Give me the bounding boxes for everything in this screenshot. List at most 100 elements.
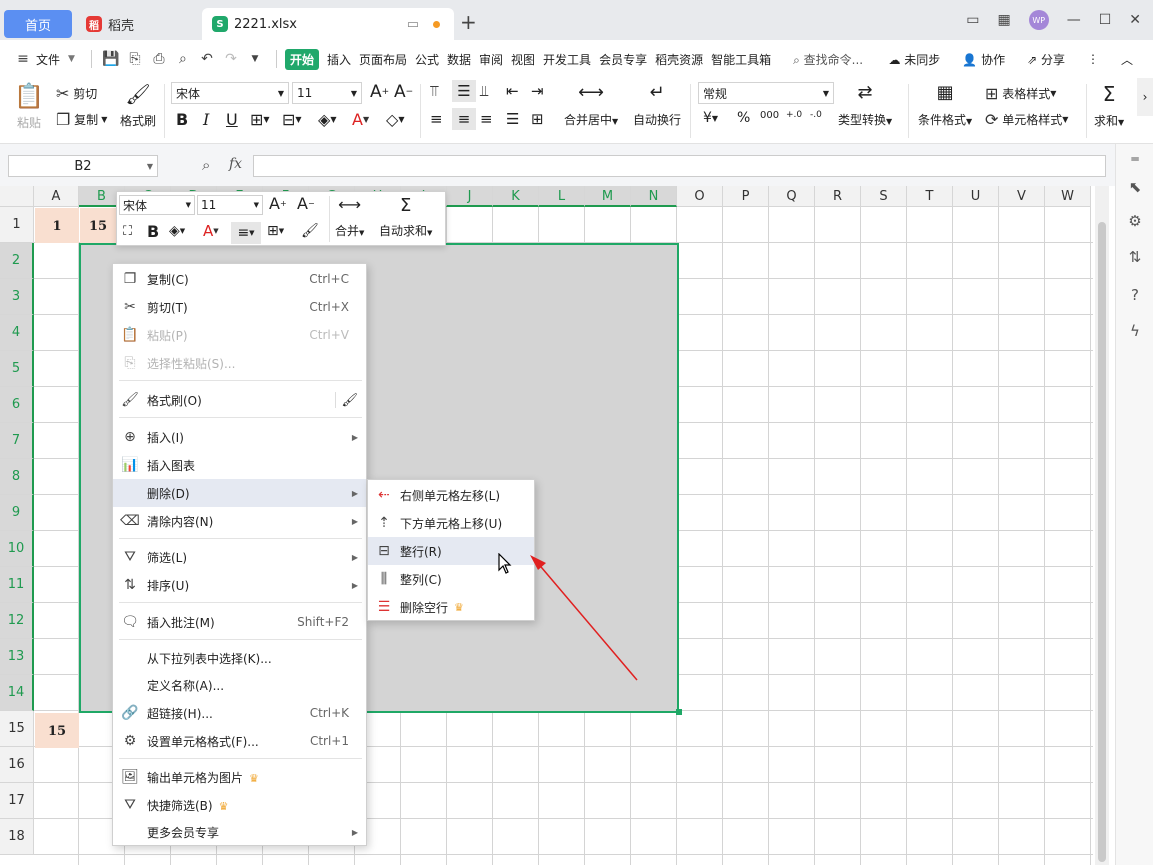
- menu-review[interactable]: 审阅: [479, 51, 503, 68]
- collapse-ribbon-icon[interactable]: ︿: [1121, 51, 1133, 68]
- row-header-3[interactable]: 3: [0, 279, 34, 315]
- fill-handle[interactable]: [676, 709, 682, 715]
- avatar[interactable]: WP: [1028, 10, 1049, 30]
- menu-developer[interactable]: 开发工具: [543, 51, 591, 68]
- tab-file[interactable]: S 2221.xlsx ▭: [202, 8, 454, 40]
- column-header-t[interactable]: T: [907, 186, 953, 207]
- menu-item-copy[interactable]: ❐ 复制(C) Ctrl+C: [113, 265, 366, 293]
- monitor-icon[interactable]: ▭: [407, 17, 419, 32]
- merge-center-button[interactable]: ⟷ 合并居中▼: [564, 82, 618, 128]
- increase-indent-icon[interactable]: ⇥: [531, 82, 544, 100]
- submenu-item-delete-empty-rows[interactable]: ☰ 删除空行 ♛: [368, 593, 534, 621]
- row-header-17[interactable]: 17: [0, 783, 34, 819]
- sync-status[interactable]: ☁ 未同步: [888, 51, 940, 68]
- menu-item-define-name[interactable]: 定义名称(A)...: [113, 671, 366, 699]
- menu-item-insert-comment[interactable]: 🗨 插入批注(M) Shift+F2: [113, 608, 366, 636]
- sum-button[interactable]: Σ 求和▼: [1094, 82, 1124, 129]
- maximize-icon[interactable]: ☐: [1099, 12, 1112, 28]
- collab-button[interactable]: 👤 协作: [962, 51, 1005, 68]
- italic-icon[interactable]: I: [203, 110, 209, 129]
- menu-member[interactable]: 会员专享: [599, 51, 647, 68]
- row-header-16[interactable]: 16: [0, 747, 34, 783]
- mini-fill-color-icon[interactable]: ◈ ▼: [169, 223, 185, 239]
- cell-style-button[interactable]: ⟳ 单元格样式 ▼: [985, 110, 1068, 129]
- print-preview-icon[interactable]: ⌕: [172, 51, 194, 67]
- help-icon[interactable]: ?: [1125, 286, 1145, 306]
- column-header-k[interactable]: K: [493, 186, 539, 207]
- wrap-text-button[interactable]: ↵ 自动换行: [633, 82, 681, 128]
- align-top-icon[interactable]: ⫪: [430, 82, 438, 100]
- menu-item-hyperlink[interactable]: 🔗 超链接(H)... Ctrl+K: [113, 699, 366, 727]
- name-box[interactable]: B2 ▼: [8, 155, 158, 177]
- scrollbar-thumb[interactable]: [1098, 222, 1106, 862]
- row-header-13[interactable]: 13: [0, 639, 34, 675]
- column-header-l[interactable]: L: [539, 186, 585, 207]
- menu-item-paste-special[interactable]: ⎘ 选择性粘贴(S)...: [113, 349, 366, 377]
- row-header-1[interactable]: 1: [0, 207, 34, 243]
- row-header-15[interactable]: 15: [0, 711, 34, 747]
- close-icon[interactable]: ✕: [1129, 12, 1141, 28]
- menu-item-format-painter[interactable]: 🖌 格式刷(O) 🖌: [113, 386, 366, 414]
- cell-a15[interactable]: 15: [35, 713, 79, 749]
- column-header-v[interactable]: V: [999, 186, 1045, 207]
- menu-item-more-member[interactable]: 更多会员专享 ▶: [113, 818, 366, 846]
- more-icon[interactable]: ⋮: [1087, 52, 1099, 66]
- percent-icon[interactable]: %: [737, 110, 750, 126]
- layout-icon[interactable]: ▭: [966, 12, 979, 28]
- menu-start[interactable]: 开始: [284, 48, 319, 70]
- column-header-s[interactable]: S: [861, 186, 907, 207]
- quick-access-dropdown-icon[interactable]: ▼: [244, 54, 266, 64]
- font-size-select[interactable]: 11 ▼: [292, 82, 362, 104]
- align-center-icon[interactable]: ≡: [452, 108, 476, 130]
- undo-icon[interactable]: ↶: [196, 51, 218, 67]
- menu-item-cut[interactable]: ✂ 剪切(T) Ctrl+X: [113, 293, 366, 321]
- conditional-format-button[interactable]: ▦ 条件格式▼: [918, 82, 972, 128]
- number-format-select[interactable]: 常规 ▼: [698, 82, 834, 104]
- redo-icon[interactable]: ↷: [220, 51, 242, 67]
- menu-insert[interactable]: 插入: [327, 51, 351, 68]
- lightning-icon[interactable]: ϟ: [1125, 322, 1145, 342]
- mini-border-icon[interactable]: ⊞ ▼: [267, 223, 284, 239]
- mini-autosum-button[interactable]: Σ 自动求和▼: [379, 195, 432, 239]
- row-header-10[interactable]: 10: [0, 531, 34, 567]
- menu-item-insert[interactable]: ⊕ 插入(I) ▶: [113, 423, 366, 451]
- row-header-9[interactable]: 9: [0, 495, 34, 531]
- align-middle-icon[interactable]: ☰: [452, 80, 476, 102]
- mini-bold-icon[interactable]: B: [147, 222, 159, 241]
- vertical-scrollbar[interactable]: [1095, 186, 1109, 865]
- column-header-j[interactable]: J: [447, 186, 493, 207]
- align-bottom-icon[interactable]: ⫫: [480, 82, 488, 100]
- chevron-down-icon[interactable]: ▼: [68, 54, 75, 64]
- menu-formula[interactable]: 公式: [415, 51, 439, 68]
- row-header-14[interactable]: 14: [0, 675, 34, 711]
- mini-merge-button[interactable]: ⟷ 合并▼: [335, 195, 364, 239]
- format-painter-lock-icon[interactable]: 🖌: [341, 393, 358, 408]
- ribbon-scroll-right-icon[interactable]: ›: [1137, 78, 1153, 116]
- mini-font-name-select[interactable]: 宋体 ▼: [119, 195, 195, 215]
- column-header-n[interactable]: N: [631, 186, 677, 207]
- row-header-7[interactable]: 7: [0, 423, 34, 459]
- share-button[interactable]: ⇗ 分享: [1027, 51, 1065, 68]
- paste-button[interactable]: 📋 粘贴: [14, 82, 44, 131]
- menu-item-paste[interactable]: 📋 粘贴(P) Ctrl+V: [113, 321, 366, 349]
- bold-icon[interactable]: B: [176, 110, 188, 129]
- menu-page-layout[interactable]: 页面布局: [359, 51, 407, 68]
- row-header-11[interactable]: 11: [0, 567, 34, 603]
- grid-apps-icon[interactable]: ▦: [997, 12, 1010, 28]
- formula-input[interactable]: [253, 155, 1106, 177]
- column-header-o[interactable]: O: [677, 186, 723, 207]
- table-style-button[interactable]: ⊞ 表格样式 ▼: [985, 84, 1056, 103]
- menu-view[interactable]: 视图: [511, 51, 535, 68]
- row-header-12[interactable]: 12: [0, 603, 34, 639]
- thousands-icon[interactable]: 000: [760, 110, 779, 121]
- row-header-18[interactable]: 18: [0, 819, 34, 855]
- decrease-font-icon[interactable]: A −: [394, 82, 413, 102]
- file-menu[interactable]: 文件: [36, 51, 60, 68]
- mini-font-color-icon[interactable]: A ▼: [203, 222, 219, 240]
- search-command[interactable]: ⌕ 查找命令...: [793, 51, 863, 68]
- menu-daoke-resources[interactable]: 稻壳资源: [655, 51, 703, 68]
- new-tab-button[interactable]: +: [460, 12, 477, 32]
- tab-home[interactable]: 首页: [4, 10, 72, 38]
- row-header-4[interactable]: 4: [0, 315, 34, 351]
- border-icon[interactable]: ⊞ ▼: [250, 110, 270, 129]
